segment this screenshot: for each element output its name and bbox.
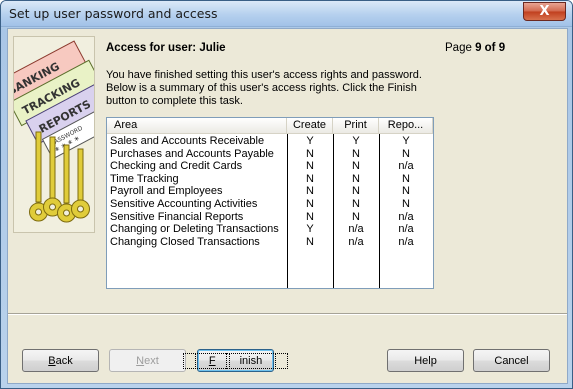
table-row[interactable]: Checking and Credit Cards N Nn/a xyxy=(107,160,433,173)
reports-cell: n/a xyxy=(398,160,414,173)
user-name: Julie xyxy=(199,42,226,54)
finish-button[interactable]: Finish xyxy=(182,349,289,372)
area-cell: Changing or Deleting Transactions xyxy=(110,223,279,236)
print-cell: N xyxy=(352,185,360,198)
create-cell: N xyxy=(306,160,314,173)
print-cell: N xyxy=(352,197,360,210)
help-button-label: Help xyxy=(414,354,437,367)
setup-dialog-window: Set up user password and access X BANKIN… xyxy=(0,0,573,389)
reports-cell: n/a xyxy=(398,235,414,248)
folders-and-keys-icon: BANKING TRACKING REPORTS PASSWORD * * * … xyxy=(14,37,94,232)
create-cell: N xyxy=(306,172,314,185)
description-line: button to complete this task. xyxy=(106,95,243,107)
access-summary-table[interactable]: Area Create Print Repo... Sales and Acco… xyxy=(106,117,434,289)
print-cell: Y xyxy=(352,135,360,147)
create-cell: Y xyxy=(306,135,314,147)
cancel-button[interactable]: Cancel xyxy=(473,349,550,372)
title-bar[interactable]: Set up user password and access X xyxy=(1,1,572,27)
table-row[interactable]: Sensitive Financial Reports N Nn/a xyxy=(107,211,433,224)
column-header-area[interactable]: Area xyxy=(107,118,287,134)
cancel-button-label: Cancel xyxy=(494,354,529,367)
reports-cell: n/a xyxy=(398,223,414,236)
close-icon: X xyxy=(539,4,550,19)
access-for-user-heading: Access for user: Julie xyxy=(106,42,226,54)
area-cell: Changing Closed Transactions xyxy=(110,235,260,248)
print-cell: N xyxy=(352,210,360,223)
area-cell: Payroll and Employees xyxy=(110,185,223,198)
next-button[interactable]: Next xyxy=(109,349,186,372)
create-cell: N xyxy=(306,147,314,160)
print-cell: n/a xyxy=(348,223,364,236)
access-illustration: BANKING TRACKING REPORTS PASSWORD * * * … xyxy=(13,36,95,233)
back-button[interactable]: Back xyxy=(22,349,99,372)
create-cell: N xyxy=(306,185,314,198)
reports-cell: N xyxy=(402,147,410,160)
description-line: Below is a summary of this user's access… xyxy=(106,82,417,94)
area-cell: Purchases and Accounts Payable xyxy=(110,147,274,160)
table-row[interactable]: Changing Closed Transactions Nn/a n/a xyxy=(107,236,433,249)
table-row[interactable]: Payroll and Employees N N N xyxy=(107,185,433,198)
dialog-body: BANKING TRACKING REPORTS PASSWORD * * * … xyxy=(7,28,568,384)
button-separator xyxy=(8,313,567,315)
area-cell: Checking and Credit Cards xyxy=(110,160,243,173)
summary-description: You have finished setting this user's ac… xyxy=(106,69,436,108)
table-row[interactable]: Sales and Accounts Receivable Y Y Y xyxy=(107,135,433,148)
help-button[interactable]: Help xyxy=(387,349,464,372)
area-cell: Sensitive Financial Reports xyxy=(110,210,244,223)
page-indicator: Page 9 of 9 xyxy=(445,42,505,54)
column-header-create[interactable]: Create xyxy=(287,118,333,134)
window-title: Set up user password and access xyxy=(9,6,218,21)
reports-cell: N xyxy=(402,172,410,185)
column-header-print[interactable]: Print xyxy=(333,118,379,134)
print-cell: N xyxy=(352,160,360,173)
print-cell: N xyxy=(352,147,360,160)
create-cell: Y xyxy=(306,223,314,236)
access-prefix: Access for user: xyxy=(106,42,200,54)
table-row[interactable]: Time Tracking N N N xyxy=(107,173,433,186)
print-cell: N xyxy=(352,172,360,185)
reports-cell: N xyxy=(402,185,410,198)
page-label: Page xyxy=(445,42,472,54)
column-header-reports[interactable]: Repo... xyxy=(379,118,433,134)
area-cell: Sensitive Accounting Activities xyxy=(110,197,258,210)
create-cell: N xyxy=(306,197,314,210)
reports-cell: Y xyxy=(402,135,410,147)
reports-cell: n/a xyxy=(398,210,414,223)
area-cell: Sales and Accounts Receivable xyxy=(110,135,265,147)
table-rows: Sales and Accounts Receivable Y Y Y Purchase… xyxy=(107,135,433,248)
create-cell: N xyxy=(306,235,314,248)
page-value: 9 of 9 xyxy=(475,42,506,54)
table-row[interactable]: Sensitive Accounting Activities N N N xyxy=(107,198,433,211)
print-cell: n/a xyxy=(348,235,364,248)
reports-cell: N xyxy=(402,197,410,210)
description-line: You have finished setting this user's ac… xyxy=(106,69,422,81)
table-row[interactable]: Purchases and Accounts Payable N N N xyxy=(107,148,433,161)
close-button[interactable]: X xyxy=(523,2,566,21)
back-button-label: Back xyxy=(48,354,73,367)
table-row[interactable]: Changing or Deleting Transactions Yn/a n/a xyxy=(107,223,433,236)
next-button-label: Next xyxy=(136,354,159,367)
table-header: Area Create Print Repo... xyxy=(107,118,433,134)
finish-button-label: Finish xyxy=(182,352,289,369)
area-cell: Time Tracking xyxy=(110,172,179,185)
create-cell: N xyxy=(306,210,314,223)
